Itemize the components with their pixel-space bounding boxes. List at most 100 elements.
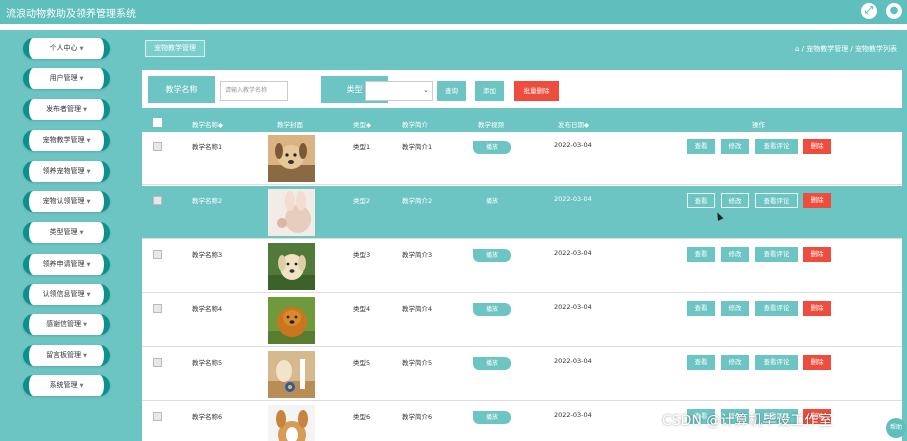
play-button[interactable]: 播放 (473, 141, 511, 154)
sidebar-item-label: 宠物认领管理 (42, 197, 85, 205)
sidebar-item-users[interactable]: 用户管理 ▼ (23, 68, 110, 89)
sidebar-item-personal-center[interactable]: 个人中心 ▼ (23, 38, 110, 59)
batch-delete-button[interactable]: 批量删除 (514, 81, 559, 101)
row-type: 类型2 (353, 197, 371, 205)
chevron-down-icon: ▼ (83, 353, 87, 359)
view-comments-button[interactable]: 查看评论 (755, 247, 798, 262)
row-type: 类型6 (353, 413, 371, 421)
row-date: 2022-03-04 (554, 141, 592, 149)
query-button[interactable]: 查询 (437, 81, 466, 101)
row-date: 2022-03-04 (554, 411, 592, 419)
help-floating-button[interactable]: 帮助 (886, 418, 906, 438)
row-type: 类型4 (353, 305, 371, 313)
table-row[interactable]: 教学名称2 类型2 教学简介2 播放 2022-03-04 查看 修改 查看评论… (142, 186, 902, 239)
sidebar-item-publishers[interactable]: 发布者管理 ▼ (23, 99, 110, 120)
fullscreen-icon[interactable]: ⤢ (861, 3, 877, 19)
play-button[interactable]: 播放 (473, 195, 511, 208)
delete-button[interactable]: 删除 (803, 193, 831, 208)
sidebar-item-label: 留言板管理 (46, 351, 82, 359)
play-button[interactable]: 播放 (473, 411, 511, 424)
table-row[interactable]: 教学名称1 类型1 教学简介1 播放 2022-03-04 查看 修改 查看评论… (142, 132, 902, 185)
delete-button[interactable]: 删除 (803, 301, 831, 316)
search-panel: 教学名称 请输入教学名称 类型 ⌄ 查询 添加 批量删除 (142, 70, 902, 108)
header-type[interactable]: 类型◆ (353, 119, 371, 129)
header-date[interactable]: 发布日期◆ (558, 119, 589, 129)
cover-image (268, 405, 315, 441)
sidebar-item-label: 发布者管理 (46, 105, 82, 113)
chevron-down-icon: ▼ (83, 107, 87, 113)
row-name: 教学名称6 (192, 413, 223, 421)
view-comments-button[interactable]: 查看评论 (755, 193, 798, 208)
sidebar-item-types[interactable]: 类型管理 ▼ (23, 222, 110, 243)
row-date: 2022-03-04 (554, 303, 592, 311)
row-type: 类型1 (353, 143, 371, 151)
chevron-down-icon: ▼ (86, 138, 91, 144)
edit-button[interactable]: 修改 (721, 193, 749, 208)
user-icon[interactable]: ● (886, 3, 902, 19)
select-all-checkbox[interactable] (153, 118, 162, 127)
cover-image (268, 135, 315, 182)
sidebar-item-claim-info[interactable]: 认领信息管理 ▼ (23, 284, 110, 305)
breadcrumb: ⌂ / 宠物教学管理 / 宠物教学列表 (794, 45, 897, 53)
view-button[interactable]: 查看 (687, 301, 715, 316)
table-row[interactable]: 教学名称5 类型5 教学简介5 播放 2022-03-04 查看 修改 查看评论… (142, 348, 902, 401)
header-video: 教学视频 (478, 121, 504, 129)
table-row[interactable]: 教学名称4 类型4 教学简介4 播放 2022-03-04 查看 修改 查看评论… (142, 294, 902, 347)
delete-button[interactable]: 删除 (803, 355, 831, 370)
view-comments-button[interactable]: 查看评论 (755, 301, 798, 316)
sidebar-item-thank-letters[interactable]: 感谢信管理 ▼ (23, 314, 110, 335)
row-date: 2022-03-04 (554, 195, 592, 203)
play-button[interactable]: 播放 (473, 303, 511, 316)
view-comments-button[interactable]: 查看评论 (755, 139, 798, 154)
row-checkbox[interactable] (153, 142, 162, 151)
row-checkbox[interactable] (153, 412, 162, 421)
row-checkbox[interactable] (153, 304, 162, 313)
cover-image (268, 297, 315, 344)
chevron-down-icon: ▼ (79, 76, 84, 82)
row-type: 类型3 (353, 251, 371, 259)
chevron-down-icon: ▼ (86, 292, 91, 298)
edit-button[interactable]: 修改 (721, 139, 749, 154)
sidebar-item-label: 认领信息管理 (42, 290, 85, 298)
row-checkbox[interactable] (153, 196, 162, 205)
edit-button[interactable]: 修改 (721, 301, 749, 316)
top-bar: 流浪动物救助及领养管理系统 ⤢ ● (0, 0, 907, 24)
view-button[interactable]: 查看 (687, 355, 715, 370)
row-name: 教学名称1 (192, 143, 223, 151)
header-name[interactable]: 教学名称◆ (192, 119, 223, 129)
sidebar-item-system[interactable]: 系统管理 ▼ (23, 375, 110, 396)
play-button[interactable]: 播放 (473, 357, 511, 370)
view-comments-button[interactable]: 查看评论 (755, 355, 798, 370)
row-checkbox[interactable] (153, 358, 162, 367)
sidebar-item-label: 感谢信管理 (46, 320, 82, 328)
table-row[interactable]: 教学名称3 类型3 教学简介3 播放 2022-03-04 查看 修改 查看评论… (142, 240, 902, 293)
delete-button[interactable]: 删除 (803, 139, 831, 154)
sidebar-item-pet-claim[interactable]: 宠物认领管理 ▼ (23, 191, 110, 212)
edit-button[interactable]: 修改 (721, 247, 749, 262)
row-name: 教学名称5 (192, 359, 223, 367)
sidebar-item-message-board[interactable]: 留言板管理 ▼ (23, 345, 110, 366)
sidebar-item-label: 个人中心 (49, 44, 78, 52)
row-intro: 教学简介4 (402, 305, 433, 313)
sidebar-item-label: 领养宠物管理 (42, 167, 85, 175)
add-button[interactable]: 添加 (475, 81, 504, 101)
view-button[interactable]: 查看 (687, 247, 715, 262)
row-intro: 教学简介3 (402, 251, 433, 259)
sidebar: 个人中心 ▼ 用户管理 ▼ 发布者管理 ▼ 宠物教学管理 ▼ 领养宠物管理 ▼ 宠物认领管… (0, 30, 136, 441)
row-checkbox[interactable] (153, 250, 162, 259)
play-button[interactable]: 播放 (473, 249, 511, 262)
sidebar-item-adoption-pets[interactable]: 领养宠物管理 ▼ (23, 161, 110, 182)
row-name: 教学名称3 (192, 251, 223, 259)
edit-button[interactable]: 修改 (721, 355, 749, 370)
sidebar-item-pet-teaching[interactable]: 宠物教学管理 ▼ (23, 130, 110, 151)
sidebar-item-adoption-applications[interactable]: 领养申请管理 ▼ (23, 254, 110, 275)
chevron-down-icon: ▼ (79, 46, 84, 52)
view-button[interactable]: 查看 (687, 139, 715, 154)
sidebar-item-label: 领养申请管理 (42, 260, 85, 268)
name-search-input[interactable]: 请输入教学名称 (220, 81, 288, 101)
type-select[interactable]: ⌄ (365, 81, 433, 101)
chevron-down-icon: ⌄ (423, 86, 429, 94)
view-button[interactable]: 查看 (687, 193, 715, 208)
delete-button[interactable]: 删除 (803, 247, 831, 262)
page-tab[interactable]: 宠物教学管理 (145, 40, 205, 57)
